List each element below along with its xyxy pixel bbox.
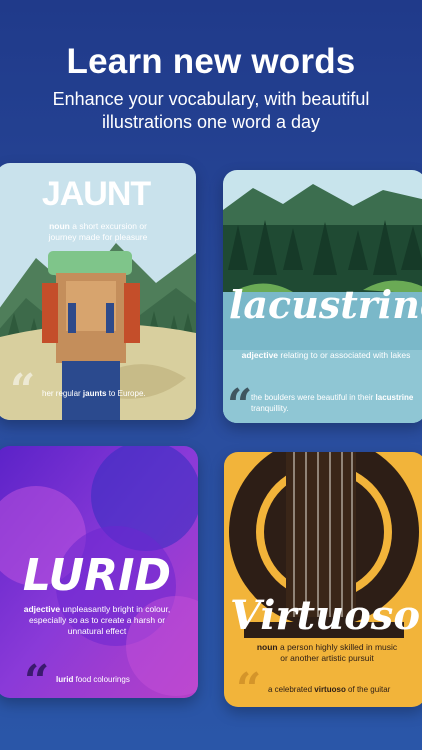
word-definition: adjective relating to or associated with…: [231, 350, 421, 361]
example-sentence: lurid food colourings: [56, 675, 130, 684]
part-of-speech: noun: [49, 221, 70, 231]
quote-icon: “: [24, 656, 50, 699]
word-card-lacustrine[interactable]: lacustrine adjective relating to or asso…: [223, 170, 422, 423]
part-of-speech: adjective: [241, 350, 279, 360]
word-title: LURID: [22, 550, 172, 601]
word-title: lacustrine: [229, 282, 422, 327]
definition-text: relating to or associated with lakes: [280, 350, 411, 360]
example-sentence: her regular jaunts to Europe.: [42, 389, 146, 398]
word-card-jaunt[interactable]: JAUNT noun a short excursion or journey …: [0, 163, 196, 420]
example-sentence: the boulders were beautiful in their lac…: [251, 393, 414, 413]
word-title: Virtuoso: [229, 592, 421, 639]
part-of-speech: adjective: [23, 604, 61, 614]
definition-text: a person highly skilled in music or anot…: [279, 642, 398, 663]
word-definition: noun a person highly skilled in music or…: [252, 642, 402, 664]
quote-icon: “: [227, 380, 253, 424]
word-title: JAUNT: [41, 175, 151, 213]
part-of-speech: noun: [256, 642, 278, 652]
page-title: Learn new words: [66, 42, 356, 81]
word-definition: noun a short excursion or journey made f…: [46, 221, 150, 243]
quote-icon: “: [10, 365, 36, 416]
example-sentence: a celebrated virtuoso of the guitar: [268, 685, 391, 694]
page-subtitle: Enhance your vocabulary, with beautiful …: [52, 89, 370, 132]
word-card-lurid[interactable]: LURID adjective unpleasantly bright in c…: [0, 446, 198, 698]
word-definition: adjective unpleasantly bright in colour,…: [22, 604, 172, 637]
quote-icon: “: [236, 664, 262, 708]
word-card-virtuoso[interactable]: Virtuoso noun a person highly skilled in…: [224, 452, 422, 707]
